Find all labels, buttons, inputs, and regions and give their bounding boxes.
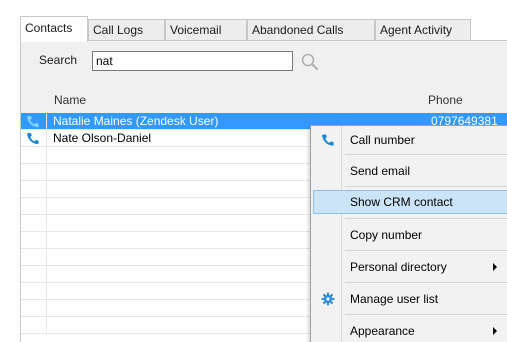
menu-item-call-number[interactable]: Call number: [313, 128, 507, 152]
menu-separator: [345, 250, 507, 251]
context-menu: Call number Send email Show CRM contact …: [310, 125, 507, 342]
search-panel: Search: [20, 41, 507, 85]
tab-contacts[interactable]: Contacts: [20, 16, 88, 42]
row-icon-cell: [21, 164, 47, 181]
menu-item-label: Call number: [350, 133, 415, 147]
row-icon-cell: [21, 249, 47, 266]
menu-separator: [345, 282, 507, 283]
phone-icon: [27, 116, 39, 128]
search-input[interactable]: [92, 51, 293, 71]
column-header-phone[interactable]: Phone: [428, 93, 463, 107]
submenu-arrow-icon: [493, 263, 497, 271]
menu-item-send-email[interactable]: Send email: [313, 159, 507, 183]
row-icon-cell: [21, 317, 47, 334]
submenu-arrow-icon: [493, 327, 497, 335]
menu-item-label: Send email: [350, 164, 411, 178]
tab-agent-activity[interactable]: Agent Activity: [375, 19, 471, 41]
contact-name: Nate Olson-Daniel: [53, 131, 152, 145]
menu-item-label: Manage user list: [350, 292, 439, 306]
contact-name: Natalie Maines (Zendesk User): [53, 114, 219, 128]
row-icon-cell: [21, 300, 47, 317]
phone-icon: [322, 134, 334, 146]
contacts-window: Call Logs Voicemail Abandoned Calls Agen…: [0, 0, 507, 342]
row-icon-cell: [21, 215, 47, 232]
row-icon-cell: [21, 113, 47, 130]
menu-item-label: Show CRM contact: [350, 195, 453, 209]
search-label: Search: [39, 53, 78, 67]
menu-item-label: Copy number: [350, 228, 423, 242]
row-icon-cell: [21, 232, 47, 249]
menu-item-personal-directory[interactable]: Personal directory: [313, 255, 507, 279]
tab-abandoned-calls[interactable]: Abandoned Calls: [247, 19, 375, 41]
phone-icon: [27, 133, 39, 145]
menu-separator: [345, 154, 507, 155]
grid-header: Name Phone: [21, 85, 507, 113]
menu-item-appearance[interactable]: Appearance: [313, 319, 507, 342]
row-icon-cell: [21, 266, 47, 283]
menu-item-copy-number[interactable]: Copy number: [313, 223, 507, 247]
menu-separator: [345, 218, 507, 219]
gear-icon: [321, 292, 335, 306]
row-icon-cell: [21, 283, 47, 300]
menu-separator: [345, 314, 507, 315]
row-icon-cell: [21, 130, 47, 147]
row-icon-cell: [21, 181, 47, 198]
menu-item-show-crm-contact[interactable]: Show CRM contact: [313, 190, 507, 214]
row-icon-cell: [21, 198, 47, 215]
menu-item-manage-user-list[interactable]: Manage user list: [313, 287, 507, 311]
search-icon[interactable]: [300, 52, 320, 72]
column-header-name[interactable]: Name: [54, 93, 86, 107]
menu-item-label: Appearance: [350, 324, 415, 338]
tab-call-logs[interactable]: Call Logs: [88, 19, 165, 41]
menu-separator: [345, 186, 507, 187]
tab-strip: Call Logs Voicemail Abandoned Calls Agen…: [20, 16, 507, 42]
tab-voicemail[interactable]: Voicemail: [165, 19, 247, 41]
menu-item-label: Personal directory: [350, 260, 447, 274]
row-icon-cell: [21, 147, 47, 164]
